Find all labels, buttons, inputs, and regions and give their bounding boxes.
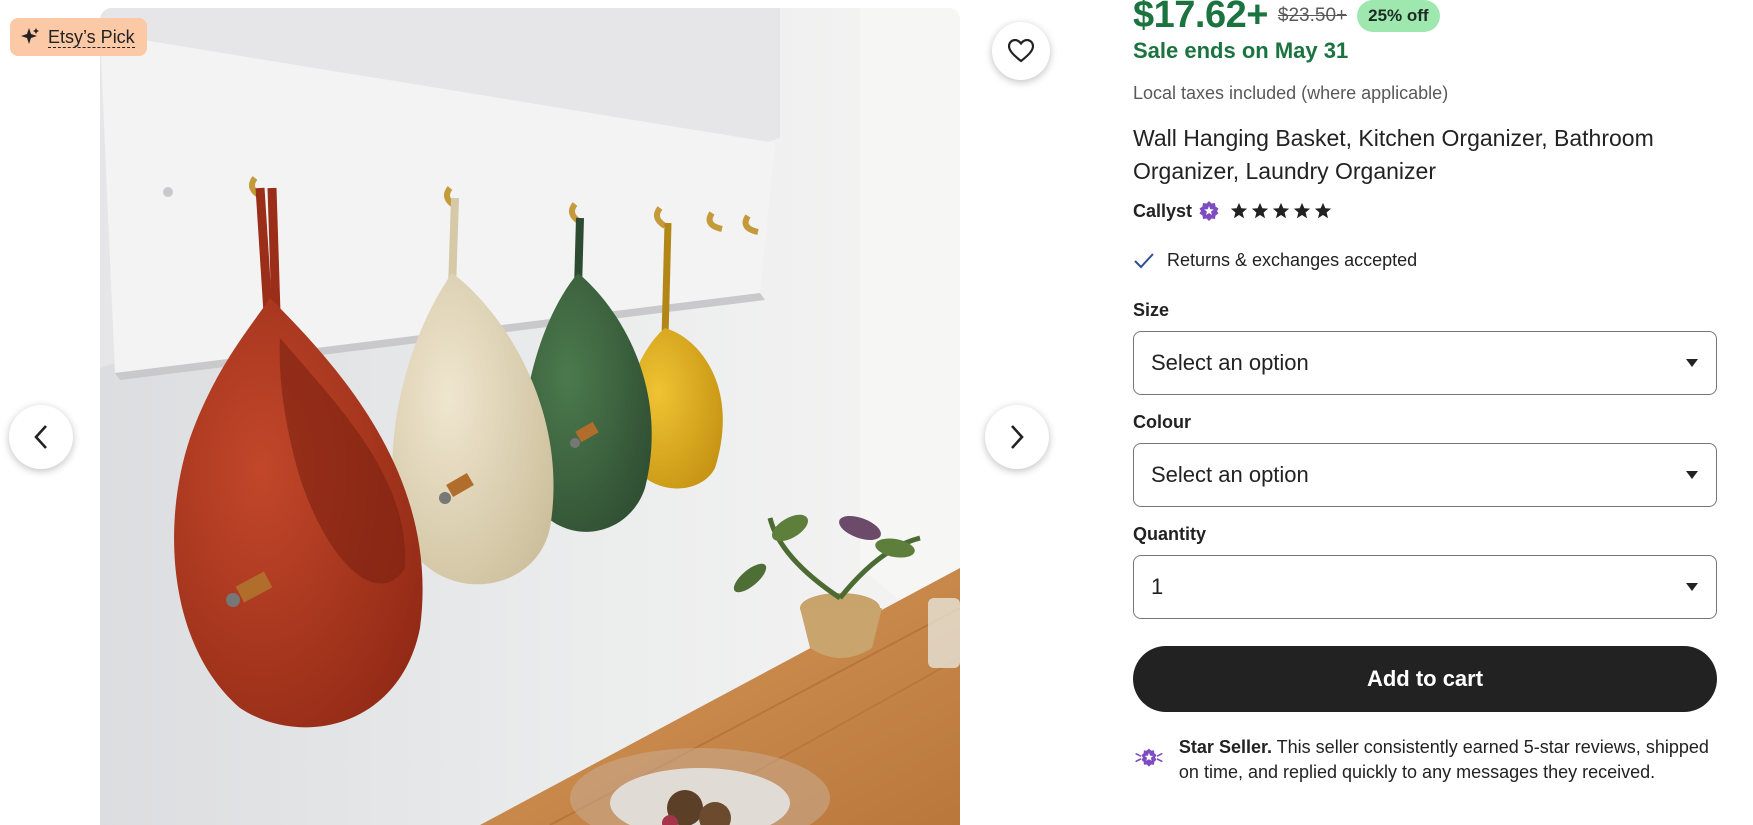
next-image-button[interactable]	[985, 405, 1049, 469]
colour-select-value: Select an option	[1151, 462, 1309, 487]
quantity-select[interactable]: 1	[1133, 555, 1717, 619]
colour-select[interactable]: Select an option	[1133, 443, 1717, 507]
star-seller-title: Star Seller.	[1178, 737, 1272, 757]
favorite-button[interactable]	[992, 22, 1050, 80]
taxes-note: Local taxes included (where applicable)	[1133, 83, 1449, 103]
sale-price: $17.62+	[1133, 0, 1268, 36]
star-icon	[1293, 202, 1311, 219]
sparkle-icon	[21, 28, 39, 44]
caret-down-icon	[1686, 471, 1698, 479]
quantity-label: Quantity	[1133, 524, 1207, 544]
shop-rating-stars[interactable]	[1230, 202, 1332, 220]
listing-image-gallery: Etsy’s Pick	[0, 0, 1060, 825]
size-select-value: Select an option	[1151, 350, 1309, 375]
star-icon	[1251, 202, 1269, 219]
caret-down-icon	[1686, 583, 1698, 591]
chevron-left-icon	[34, 425, 47, 449]
discount-badge: 25% off	[1357, 0, 1440, 32]
caret-down-icon	[1686, 359, 1698, 367]
previous-image-button[interactable]	[9, 405, 73, 469]
colour-label: Colour	[1133, 412, 1191, 432]
star-icon	[1230, 202, 1248, 219]
shop-name-link[interactable]: Callyst	[1133, 201, 1192, 222]
star-seller-icon	[1135, 748, 1163, 767]
shop-row: Callyst	[1133, 200, 1332, 222]
returns-policy: Returns & exchanges accepted	[1133, 250, 1417, 271]
quantity-select-value: 1	[1151, 574, 1164, 599]
returns-text: Returns & exchanges accepted	[1167, 250, 1418, 270]
chevron-right-icon	[1011, 425, 1024, 449]
sale-end-note: Sale ends on May 31	[1133, 38, 1349, 63]
listing-title: Wall Hanging Basket, Kitchen Organizer, …	[1133, 125, 1654, 184]
basket-photo	[100, 8, 960, 825]
etsys-pick-badge[interactable]: Etsy’s Pick	[10, 18, 147, 56]
star-icon	[1272, 202, 1290, 219]
size-label: Size	[1133, 300, 1170, 320]
star-seller-text: Star Seller. This seller consistently ea…	[1179, 735, 1717, 785]
star-seller-badge-icon	[1199, 201, 1219, 221]
original-price: $23.50+	[1277, 4, 1348, 26]
heart-icon	[1008, 39, 1034, 63]
checkmark-icon	[1134, 252, 1154, 268]
size-select[interactable]: Select an option	[1133, 331, 1717, 395]
listing-main-image[interactable]	[100, 8, 960, 825]
add-to-cart-button[interactable]: Add to cart	[1133, 646, 1717, 712]
star-seller-info: Star Seller. This seller consistently ea…	[1133, 735, 1717, 785]
price-row: $17.62+ $23.50+ 25% off	[1133, 0, 1440, 37]
etsys-pick-label: Etsy’s Pick	[48, 26, 135, 48]
listing-buy-box: $17.62+ $23.50+ 25% off Sale ends on May…	[1133, 0, 1723, 825]
star-icon	[1314, 202, 1332, 219]
